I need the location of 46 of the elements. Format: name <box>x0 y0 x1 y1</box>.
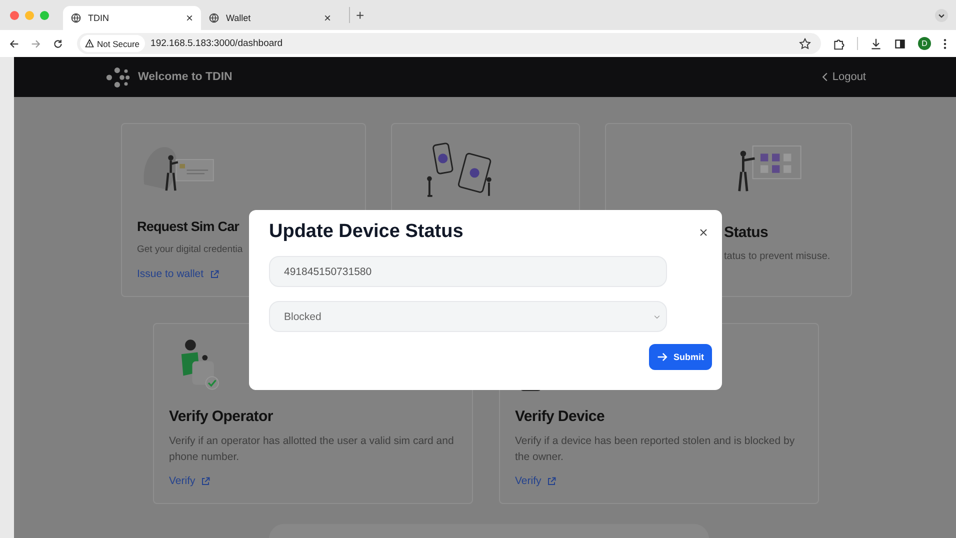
logo-icon <box>106 66 130 88</box>
reload-icon[interactable] <box>53 38 63 48</box>
card-description: Verify if an operator has allotted the user a valid sim card and phone number. <box>169 434 455 465</box>
card-title: Request Sim Car <box>137 219 240 234</box>
card-description: Get your digital credentia <box>137 243 243 257</box>
address-field[interactable]: Not Secure 192.168.5.183:3000/dashboard <box>77 33 821 54</box>
tab-title: Wallet <box>226 13 252 23</box>
external-link-icon <box>201 476 210 486</box>
menu-icon[interactable] <box>943 38 947 50</box>
download-icon[interactable] <box>870 38 882 50</box>
close-tab-button[interactable]: × <box>186 11 193 25</box>
profile-avatar[interactable]: D <box>918 37 931 50</box>
status-select[interactable]: Blocked <box>269 301 667 332</box>
logout-link[interactable]: Logout <box>822 71 866 83</box>
card-description: tatus to prevent misuse. <box>724 250 830 264</box>
browser-tab[interactable]: TDIN × <box>63 6 201 30</box>
chevron-down-icon <box>654 314 660 318</box>
card-title: Verify Operator <box>169 408 273 425</box>
tab-list-icon[interactable] <box>935 8 948 22</box>
new-tab-button[interactable]: + <box>349 7 364 23</box>
star-icon[interactable] <box>799 38 811 50</box>
external-link-icon <box>547 476 556 486</box>
card-description: Verify if a device has been reported stolen and is blocked by the owner. <box>515 434 796 465</box>
device-id-field[interactable]: 491845150731580 <box>269 256 667 287</box>
forward-icon[interactable] <box>31 38 41 48</box>
side-panel-icon[interactable] <box>894 38 906 50</box>
warning-icon <box>85 39 94 48</box>
submit-button[interactable]: Submit <box>648 344 712 370</box>
chevron-left-icon <box>822 72 828 82</box>
security-chip[interactable]: Not Secure <box>80 35 145 52</box>
globe-icon <box>209 13 219 23</box>
globe-icon <box>71 13 81 23</box>
back-icon[interactable] <box>9 38 19 48</box>
external-link-icon <box>210 270 219 278</box>
tab-title: TDIN <box>88 13 110 23</box>
close-icon[interactable] <box>699 228 708 236</box>
puzzle-icon[interactable] <box>833 38 845 50</box>
url-text: 192.168.5.183:3000/dashboard <box>150 38 283 49</box>
arrow-right-icon <box>656 352 668 362</box>
app-title: Welcome to TDIN <box>138 71 232 83</box>
dialog-title: Update Device Status <box>269 221 464 243</box>
security-label: Not Secure <box>97 38 140 48</box>
close-tab-button[interactable]: × <box>324 11 331 25</box>
card-title: Status <box>724 224 768 241</box>
card-title: Verify Device <box>515 408 604 425</box>
browser-tab[interactable]: Wallet × <box>201 6 339 30</box>
